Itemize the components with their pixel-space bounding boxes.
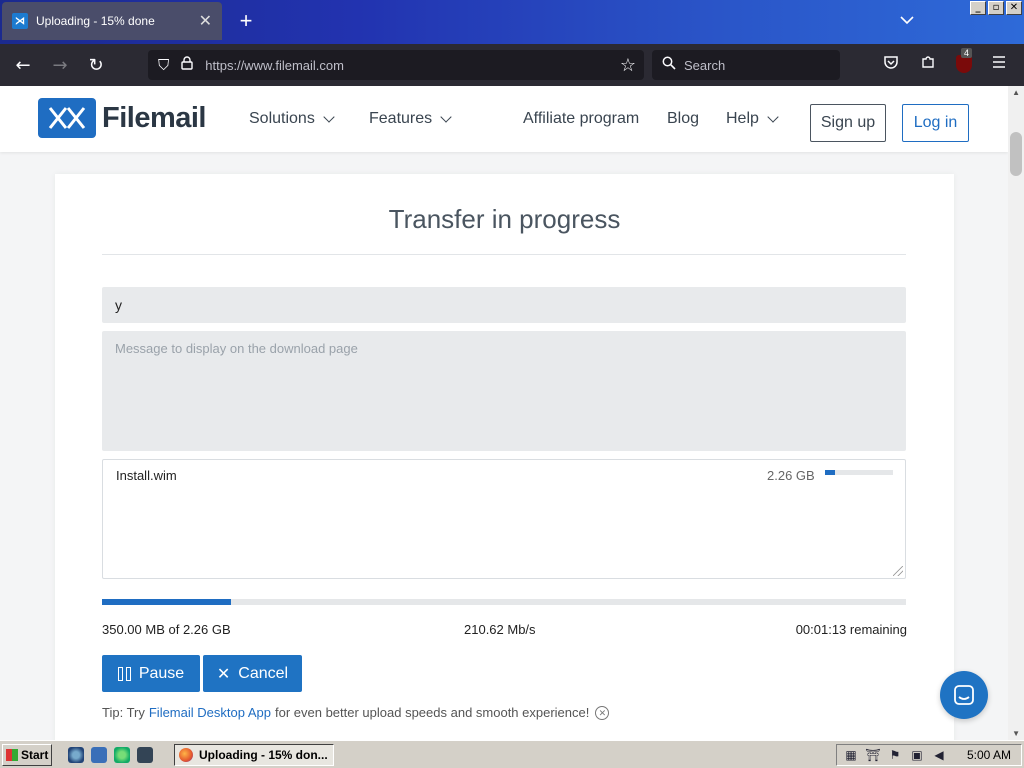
windows-grid-icon[interactable]: ▦: [843, 747, 859, 763]
extension-badge: 4: [961, 48, 973, 58]
restore-button[interactable]: ▫: [988, 1, 1004, 15]
nav-solutions[interactable]: Solutions: [249, 110, 335, 128]
reload-icon[interactable]: ↻: [83, 52, 109, 78]
browser-tab[interactable]: ⋊ Uploading - 15% done ✕: [2, 2, 222, 40]
nav-features-label: Features: [369, 110, 433, 127]
file-size: 2.26 GB: [767, 468, 815, 483]
nav-features[interactable]: Features: [369, 110, 452, 128]
log-in-button[interactable]: Log in: [902, 104, 969, 142]
file-progress-fill: [825, 470, 836, 475]
sign-up-button[interactable]: Sign up: [810, 104, 886, 142]
firefox-icon: [179, 748, 193, 762]
overall-progress-fill: [102, 599, 231, 605]
desktop-app-link[interactable]: Filemail Desktop App: [149, 705, 271, 720]
transfer-card: Transfer in progress y Message to displa…: [55, 174, 954, 740]
address-bar[interactable]: ⛉ https://www.filemail.com ☆: [148, 50, 644, 80]
chevron-down-icon: [767, 110, 779, 123]
start-label: Start: [21, 748, 49, 762]
search-icon: [662, 56, 676, 74]
chevron-down-icon: [440, 110, 452, 123]
pause-icon: [117, 666, 131, 681]
media-player-icon[interactable]: [114, 747, 130, 763]
search-placeholder: Search: [684, 57, 726, 73]
scrollbar-thumb[interactable]: [1010, 132, 1022, 176]
start-button[interactable]: Start: [2, 744, 52, 766]
nav-blog[interactable]: Blog: [667, 110, 699, 128]
scroll-up-icon[interactable]: ▲: [1012, 88, 1020, 97]
desktop-app-tip: Tip: Try Filemail Desktop App for even b…: [102, 705, 610, 720]
back-arrow-icon[interactable]: ←: [10, 52, 36, 78]
close-window-button[interactable]: ✕: [1006, 1, 1022, 15]
cancel-button[interactable]: ✕ Cancel: [203, 655, 302, 692]
nav-help-label: Help: [726, 110, 759, 127]
internet-explorer-icon[interactable]: [68, 747, 84, 763]
url-text[interactable]: https://www.filemail.com: [205, 58, 620, 73]
nav-affiliate-label: Affiliate program: [523, 110, 640, 127]
browser-nav-bar: ← → ↻ ⛉ https://www.filemail.com ☆ Searc…: [0, 44, 1024, 86]
bookmark-star-icon[interactable]: ☆: [620, 55, 636, 76]
close-icon: ✕: [216, 664, 231, 683]
system-tray: ▦ ⛩ ⚑ ▣ ◀ 5:00 AM: [836, 744, 1022, 766]
taskbar: Start Uploading - 15% don... ▦ ⛩ ⚑ ▣ ◀ 5…: [0, 740, 1024, 768]
recipient-field[interactable]: y: [102, 287, 906, 323]
logo-text: Filemail: [102, 101, 207, 134]
show-desktop-icon[interactable]: [91, 747, 107, 763]
filemail-logo-icon: [38, 98, 96, 138]
nav-help[interactable]: Help: [726, 110, 779, 128]
volume-muted-icon[interactable]: ◀: [931, 747, 947, 763]
divider: [102, 254, 906, 255]
site-header: Filemail Solutions Features Affiliate pr…: [0, 86, 1008, 152]
file-name: Install.wim: [116, 468, 177, 483]
filemail-logo[interactable]: Filemail: [38, 98, 207, 138]
network-icon[interactable]: ▣: [909, 747, 925, 763]
forward-arrow-icon[interactable]: →: [47, 52, 73, 78]
chat-launcher-button[interactable]: [940, 671, 988, 719]
taskbar-firefox-window[interactable]: Uploading - 15% don...: [174, 744, 334, 766]
hamburger-menu-icon[interactable]: [991, 54, 1007, 73]
quick-launch-icon[interactable]: [137, 747, 153, 763]
transferred-amount: 350.00 MB of 2.26 GB: [102, 622, 231, 637]
nav-affiliate-program[interactable]: Affiliate program: [523, 110, 639, 128]
pocket-icon[interactable]: [883, 54, 899, 74]
search-box[interactable]: Search: [652, 50, 840, 80]
extensions-puzzle-icon[interactable]: [920, 54, 936, 74]
language-icon[interactable]: ⛩: [865, 747, 881, 763]
tracking-shield-icon[interactable]: ⛉: [158, 56, 169, 74]
file-progress-bar: [825, 470, 893, 475]
chat-icon: [954, 685, 974, 705]
time-remaining: 00:01:13 remaining: [795, 622, 907, 637]
tip-suffix: for even better upload speeds and smooth…: [274, 705, 590, 720]
filemail-favicon-icon: ⋊: [12, 13, 28, 29]
list-all-tabs-chevron-icon[interactable]: [900, 12, 914, 28]
overall-progress-bar: [102, 599, 906, 605]
window-controls: _ ▫ ✕: [970, 1, 1022, 15]
resize-grip-icon[interactable]: [893, 566, 903, 576]
minimize-button[interactable]: _: [970, 1, 986, 15]
dismiss-tip-icon[interactable]: ✕: [595, 705, 610, 720]
cancel-label: Cancel: [238, 664, 289, 682]
scroll-down-icon[interactable]: ▼: [1012, 729, 1020, 738]
lock-icon[interactable]: [181, 56, 193, 74]
chevron-down-icon: [323, 110, 335, 123]
close-tab-icon[interactable]: ✕: [199, 11, 212, 31]
tab-title: Uploading - 15% done: [36, 14, 155, 28]
nav-blog-label: Blog: [667, 110, 700, 127]
tip-prefix: Tip: Try: [102, 705, 145, 720]
new-tab-button[interactable]: +: [234, 8, 258, 34]
nav-solutions-label: Solutions: [249, 110, 315, 127]
browser-tab-bar: ⋊ Uploading - 15% done ✕ + _ ▫ ✕: [0, 0, 1024, 44]
page-title: Transfer in progress: [388, 204, 621, 234]
page-viewport: Filemail Solutions Features Affiliate pr…: [0, 86, 1024, 740]
page-scrollbar[interactable]: ▲ ▼: [1008, 86, 1024, 740]
clock: 5:00 AM: [966, 748, 1011, 762]
windows-logo-icon: [6, 749, 18, 761]
transfer-speed: 210.62 Mb/s: [464, 622, 536, 637]
pause-label: Pause: [138, 664, 185, 682]
message-field[interactable]: Message to display on the download page: [102, 331, 906, 451]
flag-icon[interactable]: ⚑: [887, 747, 903, 763]
pause-button[interactable]: Pause: [102, 655, 200, 692]
taskbar-window-label: Uploading - 15% don...: [199, 748, 328, 762]
file-list[interactable]: Install.wim 2.26 GB: [102, 459, 906, 579]
